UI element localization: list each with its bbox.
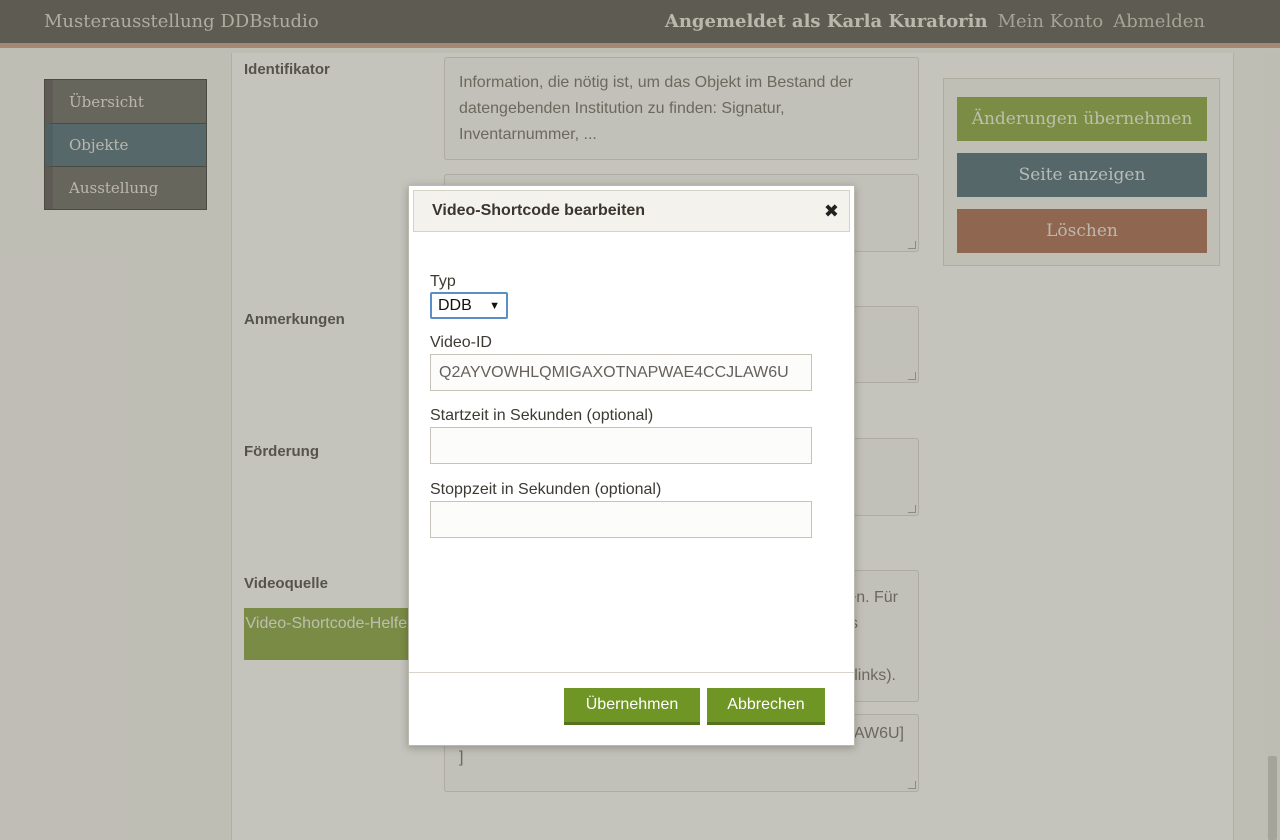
type-select[interactable]: DDB ▼: [430, 292, 508, 319]
dialog-footer: [409, 672, 854, 673]
video-shortcode-dialog: Video-Shortcode bearbeiten ✖ Typ DDB ▼ V…: [408, 185, 855, 746]
start-time-input[interactable]: [430, 427, 812, 464]
dialog-header: Video-Shortcode bearbeiten ✖: [413, 190, 850, 232]
ok-button[interactable]: Übernehmen: [564, 688, 700, 725]
video-id-input[interactable]: Q2AYVOWHLQMIGAXOTNAPWAE4CCJLAW6U: [430, 354, 812, 391]
start-time-label: Startzeit in Sekunden (optional): [430, 407, 654, 424]
close-icon[interactable]: ✖: [824, 201, 839, 222]
stop-time-input[interactable]: [430, 501, 812, 538]
cancel-button[interactable]: Abbrechen: [707, 688, 825, 725]
chevron-down-icon: ▼: [489, 299, 500, 312]
video-id-label: Video-ID: [430, 334, 492, 351]
stop-time-label: Stoppzeit in Sekunden (optional): [430, 481, 662, 498]
dialog-title: Video-Shortcode bearbeiten: [432, 202, 646, 219]
type-label: Typ: [430, 273, 456, 290]
type-select-value: DDB: [438, 296, 472, 314]
